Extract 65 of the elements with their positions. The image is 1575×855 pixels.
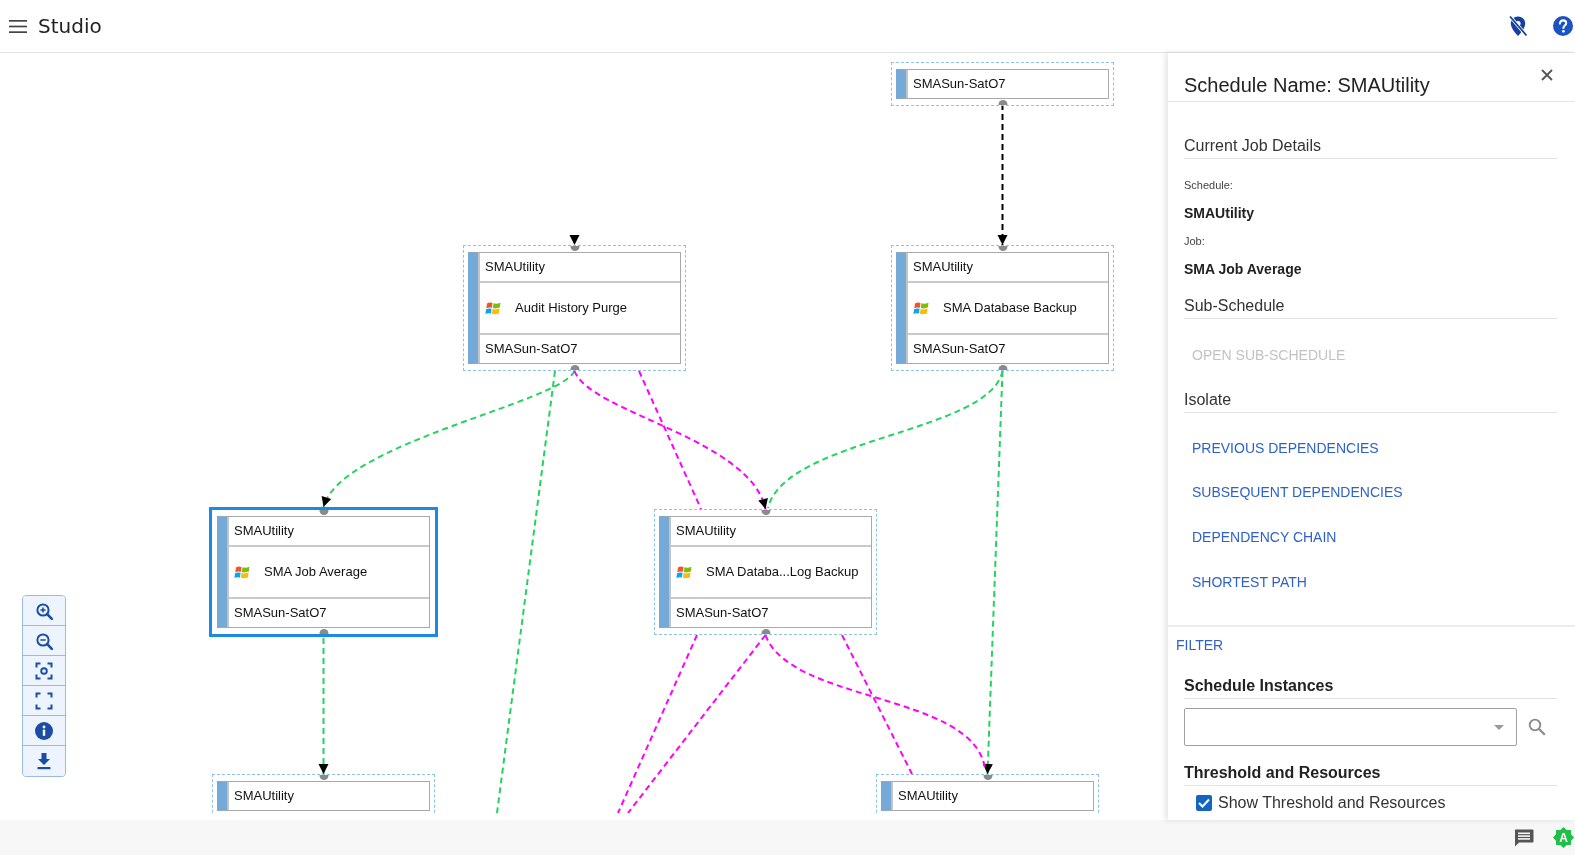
section-heading: Isolate (1184, 390, 1232, 410)
zoom-in-icon (35, 601, 53, 620)
section-heading: Schedule Instances (1184, 676, 1334, 696)
calendar-name: SMASun-SatO7 (676, 605, 769, 621)
zoom-out-icon (35, 631, 53, 650)
checkbox[interactable] (1196, 795, 1212, 811)
chat-button[interactable] (1514, 828, 1534, 847)
job-name: SMA Databa...Log Backup (706, 564, 859, 580)
search-icon (1528, 718, 1546, 736)
job-name: Audit History Purge (515, 300, 627, 316)
fullscreen-icon (35, 691, 53, 710)
close-button[interactable] (1541, 69, 1553, 81)
link-button[interactable]: PREVIOUS DEPENDENCIES (1192, 438, 1379, 458)
section-heading: Current Job Details (1184, 136, 1321, 156)
calendar-name: SMASun-SatO7 (234, 605, 327, 621)
close-icon (1541, 69, 1553, 81)
section-heading: Threshold and Resources (1184, 763, 1381, 783)
field-value: SMA Job Average (1184, 260, 1302, 279)
schedule-name: SMAUtility (913, 259, 973, 275)
pin-slash-icon (1508, 15, 1528, 37)
job-name: SMA Database Backup (943, 300, 1077, 316)
search-button[interactable] (1528, 718, 1546, 736)
calendar-name: SMASun-SatO7 (913, 76, 1006, 92)
link-button[interactable]: SHORTEST PATH (1192, 572, 1307, 592)
filter-link[interactable]: FILTER (1176, 635, 1224, 655)
flag-icon (485, 300, 502, 316)
node-outline[interactable]: SMAUtility SMA Database Backup SMASun-SatO7 (891, 245, 1114, 371)
download-icon (35, 752, 53, 770)
schedule-name: SMAUtility (898, 788, 958, 804)
chat-icon (1514, 828, 1534, 847)
field-label: Job: (1184, 234, 1205, 249)
check-icon (1198, 798, 1210, 808)
location-button[interactable] (1508, 15, 1528, 37)
checkbox-label: Show Threshold and Resources (1218, 794, 1446, 812)
flag-icon (676, 564, 693, 580)
panel-title: Schedule Name: SMAUtility (1184, 73, 1430, 97)
link-button[interactable]: DEPENDENCY CHAIN (1192, 527, 1337, 547)
node-outline[interactable]: SMAUtility Audit History Purge SMASun-SatO7 (463, 245, 686, 371)
node-outline[interactable]: SMAUtility (212, 774, 435, 813)
job-name: SMA Job Average (264, 564, 368, 580)
schedule-name: SMAUtility (676, 523, 736, 539)
flag-icon (913, 300, 930, 316)
node-outline[interactable]: SMAUtility SMA Job Average SMASun-SatO7 (209, 507, 438, 637)
field-value: SMAUtility (1184, 204, 1254, 223)
instance-select[interactable] (1184, 708, 1517, 746)
help-button[interactable] (1553, 16, 1573, 36)
menu-icon (9, 19, 27, 33)
app-title: Studio (38, 14, 102, 38)
focus-frame-icon (35, 661, 53, 680)
calendar-name: SMASun-SatO7 (485, 341, 578, 357)
info-icon (35, 721, 53, 740)
caret-down-icon (1494, 724, 1504, 730)
schedule-name: SMAUtility (485, 259, 545, 275)
schedule-name: SMAUtility (234, 523, 294, 539)
flag-icon (234, 564, 251, 580)
node-outline[interactable]: SMAUtility (876, 774, 1099, 813)
node-outline[interactable]: SMAUtility SMA Databa...Log Backup SMASun-SatO7 (654, 509, 877, 635)
section-heading: Sub-Schedule (1184, 296, 1285, 316)
zoom-in-button[interactable] (23, 596, 65, 626)
node-outline[interactable]: SMASun-SatO7 (891, 62, 1114, 106)
link-button[interactable]: SUBSEQUENT DEPENDENCIES (1192, 482, 1403, 502)
schedule-name: SMAUtility (234, 788, 294, 804)
field-label: Schedule: (1184, 178, 1233, 193)
link-button: OPEN SUB-SCHEDULE (1192, 345, 1346, 365)
calendar-name: SMASun-SatO7 (913, 341, 1006, 357)
